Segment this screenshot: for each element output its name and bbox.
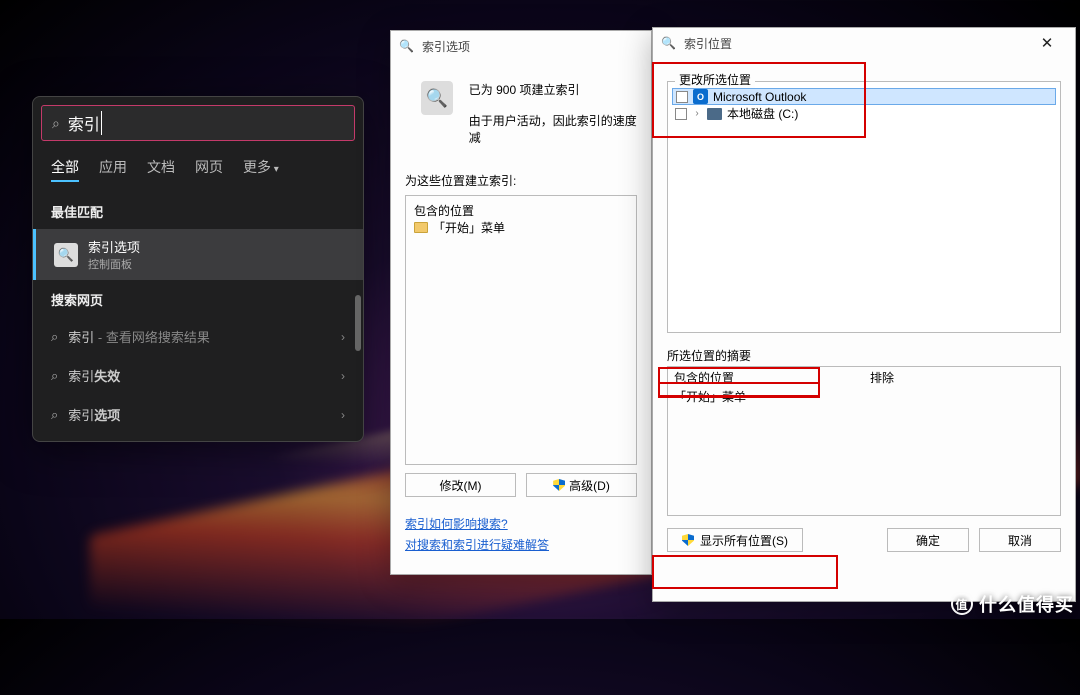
index-options-dialog: 🔍 索引选项 🔍 已为 900 项建立索引 由于用户活动，因此索引的速度减 为这… (390, 30, 652, 575)
outlook-icon: O (693, 89, 708, 104)
chevron-right-icon: › (341, 408, 345, 422)
folder-icon (414, 222, 428, 233)
change-locations-label: 更改所选位置 (675, 71, 755, 88)
search-input-box[interactable]: ⌕ 索引 (41, 105, 355, 141)
web-results-header: 搜索网页 (33, 280, 363, 317)
tab-web[interactable]: 网页 (195, 157, 223, 182)
list-item[interactable]: 「开始」菜单 (674, 388, 858, 405)
modify-button[interactable]: 修改(M) (405, 473, 516, 497)
index-icon: 🔍 (399, 39, 414, 53)
index-status-count: 已为 900 项建立索引 (469, 81, 637, 98)
help-link-troubleshoot[interactable]: 对搜索和索引进行疑难解答 (405, 536, 637, 553)
list-header: 包含的位置 (414, 202, 628, 219)
cancel-button[interactable]: 取消 (979, 528, 1061, 552)
windows-search-panel: ⌕ 索引 全部 应用 文档 网页 更多 最佳匹配 🔍 索引选项 控制面板 搜索网… (32, 96, 364, 442)
dialog-titlebar[interactable]: 🔍 索引位置 ✕ (653, 28, 1075, 58)
web-result-row[interactable]: ⌕ 索引 - 查看网络搜索结果 › (33, 317, 363, 356)
shield-icon (682, 534, 694, 546)
dialog-titlebar[interactable]: 🔍 索引选项 (391, 31, 651, 61)
search-tabs: 全部 应用 文档 网页 更多 (33, 141, 363, 192)
drive-icon (707, 108, 722, 120)
index-locations-dialog: 🔍 索引位置 ✕ 更改所选位置 O Microsoft Outlook › 本地… (652, 27, 1076, 602)
chevron-right-icon: › (341, 369, 345, 383)
search-query-text: 索引 (68, 111, 102, 135)
locations-tree[interactable]: O Microsoft Outlook › 本地磁盘 (C:) (667, 81, 1061, 333)
summary-label: 所选位置的摘要 (667, 347, 1061, 364)
dialog-title: 索引位置 (684, 35, 732, 52)
tree-item-local-disk[interactable]: › 本地磁盘 (C:) (672, 105, 1056, 122)
best-match-header: 最佳匹配 (33, 192, 363, 229)
checkbox[interactable] (675, 108, 687, 120)
search-icon: ⌕ (51, 329, 58, 345)
locations-label: 为这些位置建立索引: (391, 146, 651, 195)
show-all-locations-button[interactable]: 显示所有位置(S) (667, 528, 803, 552)
summary-box: 包含的位置 「开始」菜单 排除 (667, 366, 1061, 516)
search-icon: ⌕ (52, 115, 60, 132)
index-status-note: 由于用户活动，因此索引的速度减 (469, 112, 637, 146)
watermark-icon: 值 (951, 593, 973, 615)
tree-item-outlook[interactable]: O Microsoft Outlook (672, 88, 1056, 105)
scrollbar-thumb[interactable] (355, 295, 361, 351)
ok-button[interactable]: 确定 (887, 528, 969, 552)
web-result-row[interactable]: ⌕ 索引失效 › (33, 356, 363, 395)
tab-docs[interactable]: 文档 (147, 157, 175, 182)
tab-all[interactable]: 全部 (51, 157, 79, 182)
tab-more[interactable]: 更多 (243, 157, 279, 182)
best-match-subtitle: 控制面板 (88, 256, 140, 272)
excluded-header: 排除 (870, 369, 1054, 386)
help-link-search[interactable]: 索引如何影响搜索? (405, 515, 637, 532)
list-item[interactable]: 「开始」菜单 (414, 219, 628, 236)
checkbox[interactable] (676, 91, 688, 103)
search-icon: ⌕ (51, 407, 58, 423)
best-match-result[interactable]: 🔍 索引选项 控制面板 (33, 229, 363, 280)
index-options-icon: 🔍 (54, 243, 78, 267)
web-result-row[interactable]: ⌕ 索引选项 › (33, 395, 363, 434)
watermark: 值 什么值得买 (951, 591, 1074, 617)
close-button[interactable]: ✕ (1027, 34, 1067, 52)
tab-apps[interactable]: 应用 (99, 157, 127, 182)
advanced-button[interactable]: 高级(D) (526, 473, 637, 497)
index-icon: 🔍 (661, 36, 676, 50)
dialog-title: 索引选项 (422, 38, 470, 55)
expand-icon[interactable]: › (692, 108, 702, 119)
included-locations-list[interactable]: 包含的位置 「开始」菜单 (405, 195, 637, 465)
search-icon: ⌕ (51, 368, 58, 384)
chevron-right-icon: › (341, 330, 345, 344)
shield-icon (553, 479, 565, 491)
best-match-title: 索引选项 (88, 237, 140, 256)
included-header: 包含的位置 (674, 369, 858, 386)
index-large-icon: 🔍 (421, 81, 453, 115)
